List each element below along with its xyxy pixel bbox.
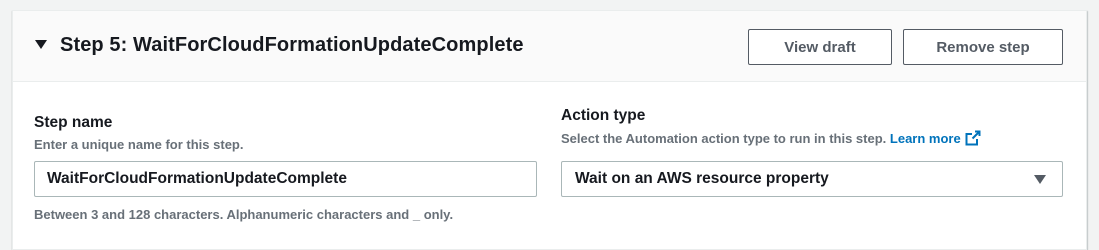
external-link-icon[interactable] bbox=[965, 130, 981, 149]
action-type-description-text: Select the Automation action type to run… bbox=[561, 131, 887, 146]
step-name-input[interactable] bbox=[34, 161, 537, 197]
collapse-caret-icon[interactable] bbox=[35, 40, 47, 49]
learn-more-link[interactable]: Learn more bbox=[890, 130, 981, 149]
step-name-description: Enter a unique name for this step. bbox=[34, 137, 244, 152]
action-type-description: Select the Automation action type to run… bbox=[561, 130, 981, 149]
learn-more-label[interactable]: Learn more bbox=[890, 131, 961, 146]
step-title[interactable]: Step 5: WaitForCloudFormationUpdateCompl… bbox=[60, 34, 524, 57]
action-type-label: Action type bbox=[561, 107, 646, 124]
action-type-selected-value: Wait on an AWS resource property bbox=[575, 170, 829, 187]
step-header: Step 5: WaitForCloudFormationUpdateCompl… bbox=[13, 11, 1086, 82]
dropdown-caret-icon bbox=[1034, 175, 1046, 184]
step-name-constraint: Between 3 and 128 characters. Alphanumer… bbox=[34, 207, 454, 222]
step-container: Step 5: WaitForCloudFormationUpdateCompl… bbox=[12, 10, 1087, 250]
view-draft-button[interactable]: View draft bbox=[748, 29, 892, 65]
action-type-select[interactable]: Wait on an AWS resource property bbox=[561, 161, 1063, 197]
remove-step-button[interactable]: Remove step bbox=[903, 29, 1063, 65]
step-name-label: Step name bbox=[34, 114, 113, 131]
